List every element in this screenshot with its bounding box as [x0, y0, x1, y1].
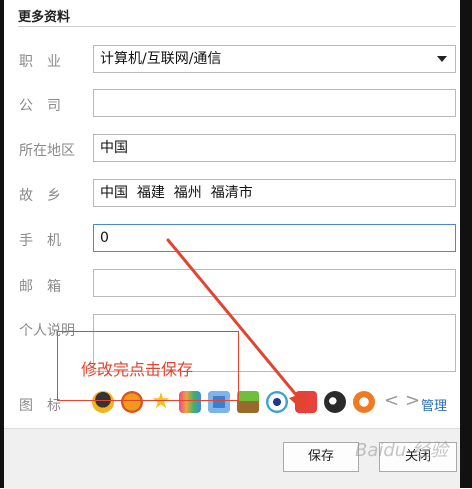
annotation-arrow	[166, 238, 306, 414]
watermark: Baidu 经验	[355, 440, 448, 461]
